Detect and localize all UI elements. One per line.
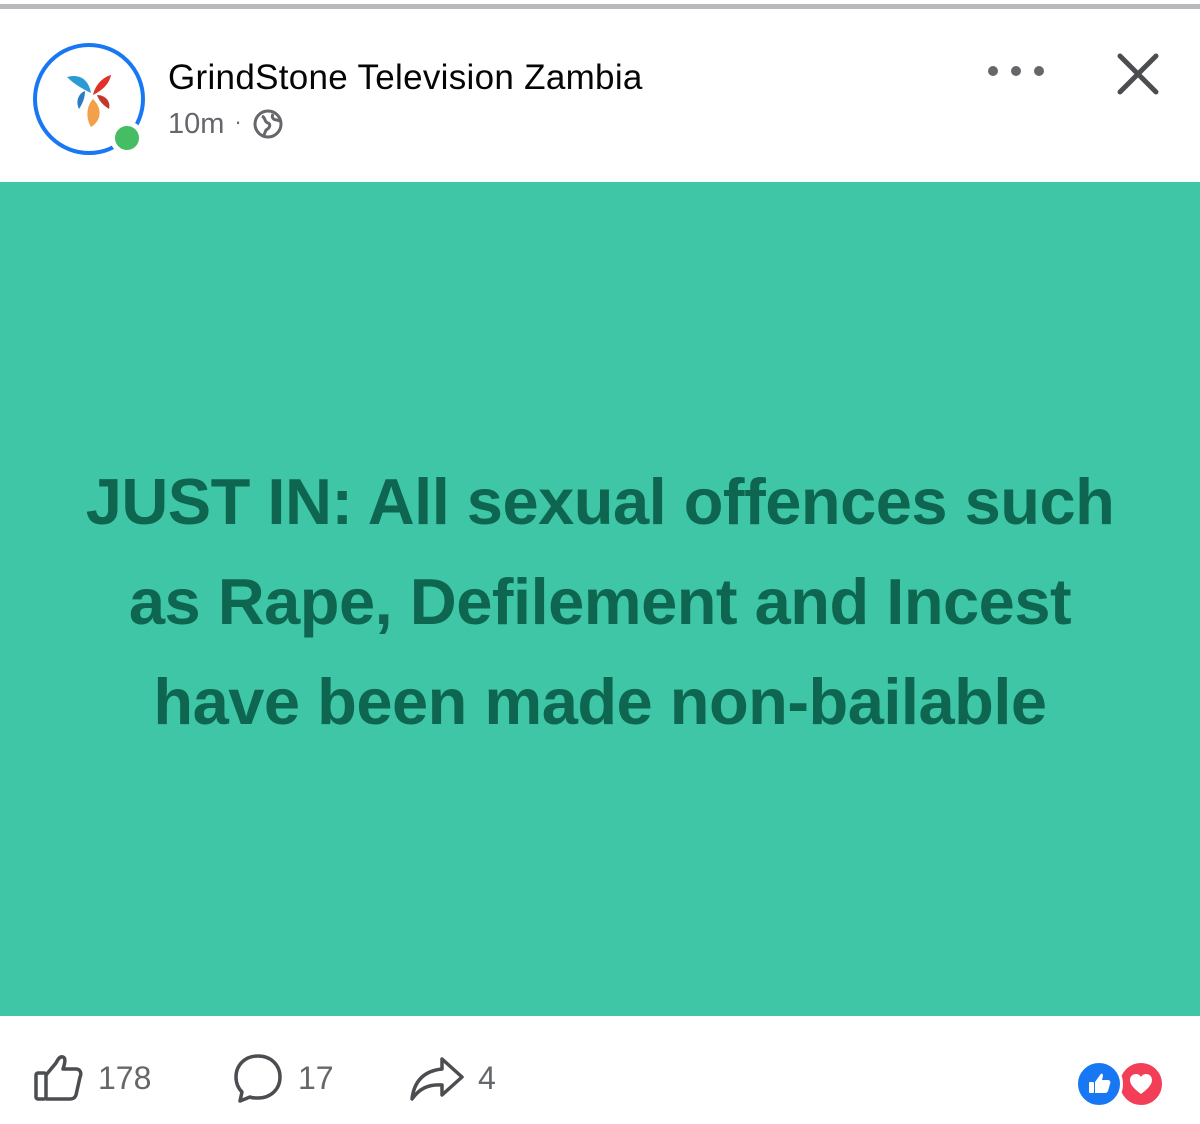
like-count: 178: [98, 1059, 152, 1096]
more-options-button[interactable]: [988, 59, 1044, 83]
share-button[interactable]: 4: [408, 1048, 496, 1108]
share-arrow-icon: [410, 1057, 464, 1101]
ellipsis-icon: [1034, 66, 1044, 76]
facebook-post: GrindStone Television Zambia 10m · JUST …: [0, 0, 1200, 1124]
online-status-dot: [110, 121, 144, 155]
post-text-background[interactable]: JUST IN: All sexual offences such as Rap…: [0, 182, 1200, 1016]
thumbs-up-icon: [34, 1055, 83, 1101]
ellipsis-icon: [1011, 66, 1021, 76]
page-name[interactable]: GrindStone Television Zambia: [168, 58, 643, 98]
close-icon: [1117, 53, 1159, 95]
globe-icon[interactable]: [252, 108, 284, 140]
post-meta: 10m ·: [168, 107, 284, 141]
like-button[interactable]: 178: [32, 1048, 151, 1108]
post-header: GrindStone Television Zambia 10m ·: [0, 9, 1200, 182]
comment-button[interactable]: 17: [230, 1048, 334, 1108]
comment-bubble-icon: [234, 1054, 282, 1103]
share-count: 4: [478, 1059, 496, 1096]
love-reaction-icon: [1117, 1060, 1165, 1108]
like-reaction-icon: [1075, 1060, 1123, 1108]
ellipsis-icon: [988, 66, 998, 76]
post-timestamp[interactable]: 10m: [168, 108, 224, 141]
post-text: JUST IN: All sexual offences such as Rap…: [85, 465, 1115, 738]
comment-count: 17: [298, 1059, 334, 1096]
reaction-summary[interactable]: [1075, 1060, 1171, 1108]
page-avatar[interactable]: [33, 43, 147, 157]
close-button[interactable]: [1113, 49, 1163, 99]
post-footer: 178 17 4: [0, 1016, 1200, 1124]
meta-separator: ·: [234, 109, 242, 134]
